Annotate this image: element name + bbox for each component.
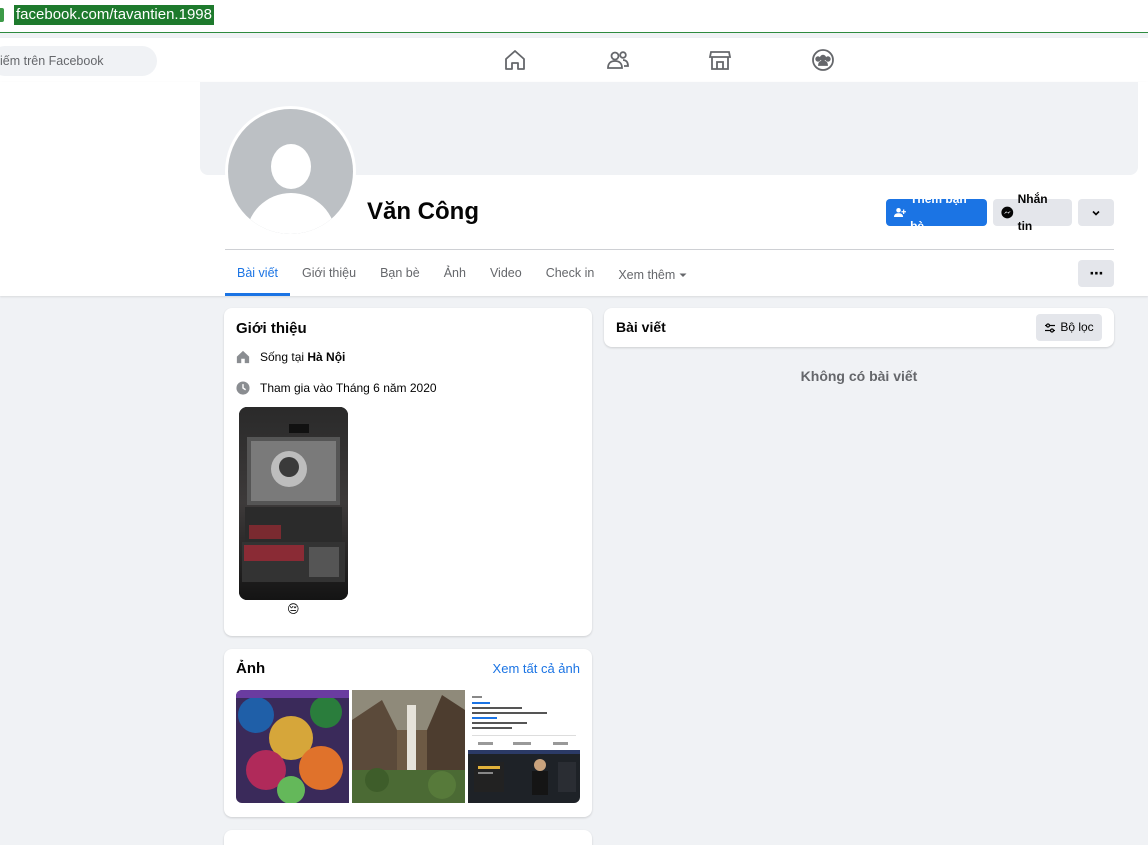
more-options-button[interactable] — [1078, 199, 1114, 226]
default-avatar-icon — [228, 109, 353, 234]
friends-icon[interactable] — [606, 48, 630, 72]
messenger-icon — [1001, 206, 1014, 219]
joined-row: Tham gia vào Tháng 6 năm 2020 — [236, 381, 437, 395]
posts-title: Bài viết — [616, 319, 666, 335]
photo-thumbnail-1[interactable] — [236, 690, 349, 803]
lock-icon — [0, 8, 4, 22]
profile-tabs: Bài viết Giới thiệu Bạn bè Ảnh Video Che… — [225, 254, 699, 296]
add-friend-button[interactable]: Thêm bạn bè — [886, 192, 987, 233]
caret-down-icon — [679, 273, 687, 277]
clock-icon — [236, 381, 250, 395]
profile-header: Văn Công Thêm bạn bè Nhắn tin Bài viết G… — [0, 82, 1148, 296]
filter-sliders-icon — [1045, 322, 1056, 333]
tab-checkins[interactable]: Check in — [534, 254, 607, 296]
tab-more[interactable]: Xem thêm — [606, 254, 699, 296]
filter-label: Bộ lọc — [1060, 320, 1094, 334]
joined-text: Tham gia vào Tháng 6 năm 2020 — [260, 381, 437, 395]
chevron-down-icon — [1092, 210, 1100, 216]
message-label: Nhắn tin — [1017, 191, 1048, 233]
header-divider — [225, 249, 1114, 250]
posts-card: Bài viết Bộ lọc — [604, 308, 1114, 347]
screenshot-photo — [468, 690, 580, 803]
ellipsis-icon: ⋯ — [1089, 265, 1104, 281]
marketplace-icon[interactable] — [708, 48, 732, 72]
no-posts-message: Không có bài viết — [800, 368, 918, 384]
photos-card: Ảnh Xem tất cả ảnh — [224, 649, 592, 817]
browser-address-bar[interactable]: facebook.com/tavantien.1998 — [0, 0, 1148, 33]
tabs-more-button[interactable]: ⋯ — [1078, 260, 1114, 287]
featured-photo — [239, 407, 348, 600]
groups-icon[interactable] — [811, 48, 835, 72]
add-friend-icon — [894, 207, 906, 218]
tab-posts[interactable]: Bài viết — [225, 254, 290, 296]
lives-in-row: Sống tại Hà Nội — [236, 350, 345, 364]
tab-videos[interactable]: Video — [478, 254, 534, 296]
home-icon[interactable] — [503, 48, 527, 72]
photo-thumbnail-2[interactable] — [352, 690, 465, 803]
anime-art-photo — [236, 690, 349, 803]
filter-button[interactable]: Bộ lọc — [1036, 314, 1102, 341]
search-input[interactable]: iếm trên Facebook — [0, 46, 157, 76]
lives-prefix: Sống tại — [260, 350, 308, 364]
photo-thumbnail-3[interactable] — [468, 690, 580, 803]
top-navigation: iếm trên Facebook — [0, 38, 1148, 82]
next-card — [224, 830, 592, 845]
intro-title: Giới thiệu — [236, 320, 307, 337]
intro-card: Giới thiệu Sống tại Hà Nội Tham gia vào … — [224, 308, 592, 636]
see-all-photos-link[interactable]: Xem tất cả ảnh — [493, 661, 580, 676]
featured-story[interactable] — [239, 407, 348, 600]
photos-title: Ảnh — [236, 660, 266, 677]
home-filled-icon — [236, 350, 250, 364]
profile-avatar[interactable] — [225, 106, 356, 237]
lives-place-link[interactable]: Hà Nội — [307, 350, 345, 364]
tab-friends[interactable]: Bạn bè — [368, 254, 432, 296]
waterfall-photo — [352, 690, 465, 803]
profile-name: Văn Công — [367, 198, 479, 225]
add-friend-label: Thêm bạn bè — [910, 191, 967, 233]
message-button[interactable]: Nhắn tin — [993, 192, 1072, 233]
tab-more-label: Xem thêm — [618, 268, 676, 282]
featured-emoji: 😔 — [287, 602, 300, 616]
tab-photos[interactable]: Ảnh — [432, 254, 478, 296]
tab-about[interactable]: Giới thiệu — [290, 254, 368, 296]
url-text[interactable]: facebook.com/tavantien.1998 — [14, 5, 214, 25]
